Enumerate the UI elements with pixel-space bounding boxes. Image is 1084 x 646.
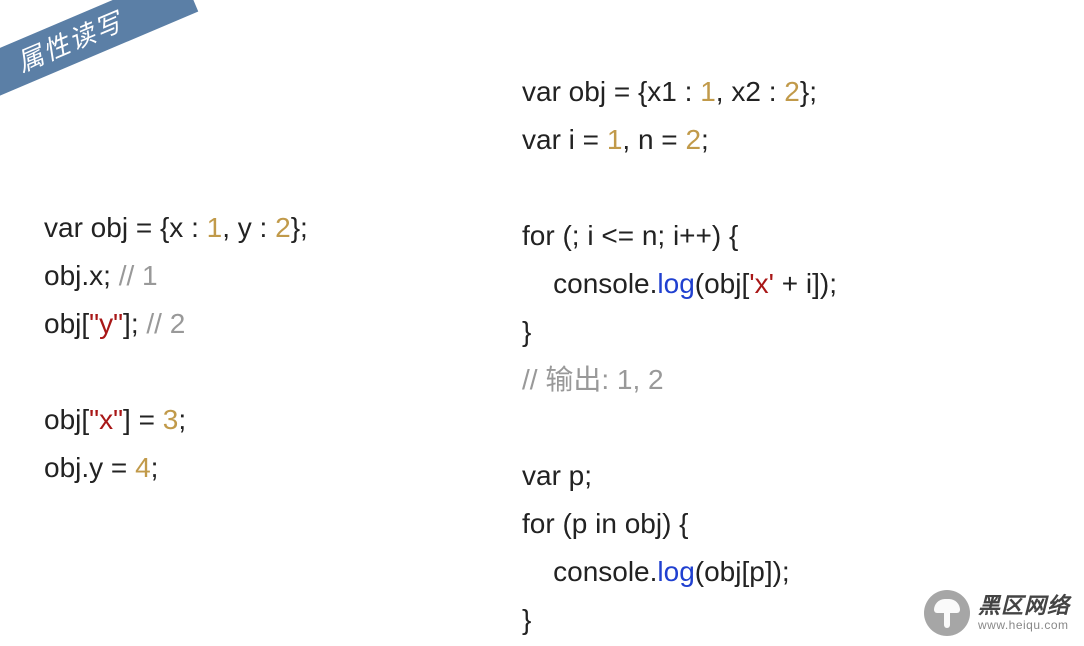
code-text: } [522, 316, 531, 347]
blank-line [522, 404, 837, 452]
code-text: for (p in obj) { [522, 508, 689, 539]
code-text: ]; [123, 308, 146, 339]
code-line: var i = 1, n = 2; [522, 116, 837, 164]
code-text: ; [701, 124, 709, 155]
code-number: 2 [685, 124, 701, 155]
code-line: var obj = {x : 1, y : 2}; [44, 204, 308, 252]
code-text: ] = [123, 404, 163, 435]
code-text: (obj[p]); [695, 556, 790, 587]
code-line: obj["x"] = 3; [44, 396, 308, 444]
code-text: obj[ [44, 404, 89, 435]
code-text: console. [522, 556, 657, 587]
code-text: + i]); [774, 268, 837, 299]
code-number: 1 [607, 124, 623, 155]
code-number: 3 [163, 404, 179, 435]
code-string: "x" [89, 404, 123, 435]
watermark-text: 黑区网络 www.heiqu.com [978, 594, 1070, 631]
code-comment: // 1 [119, 260, 158, 291]
code-text: obj.y = [44, 452, 135, 483]
code-line: obj["y"]; // 2 [44, 300, 308, 348]
code-text: ; [178, 404, 186, 435]
code-number: 2 [784, 76, 800, 107]
code-text: , y : [222, 212, 275, 243]
code-text: }; [291, 212, 308, 243]
code-line: for (p in obj) { [522, 500, 837, 548]
code-function: log [657, 556, 694, 587]
code-text: console. [522, 268, 657, 299]
code-text: var i = [522, 124, 607, 155]
code-string: 'x' [749, 268, 774, 299]
code-block-left: var obj = {x : 1, y : 2}; obj.x; // 1 ob… [44, 204, 308, 492]
blank-line [522, 164, 837, 212]
watermark-url: www.heiqu.com [978, 619, 1070, 632]
code-text: var obj = {x1 : [522, 76, 700, 107]
mushroom-icon [924, 590, 970, 636]
code-line: for (; i <= n; i++) { [522, 212, 837, 260]
code-number: 2 [275, 212, 291, 243]
code-block-right: var obj = {x1 : 1, x2 : 2}; var i = 1, n… [522, 68, 837, 644]
code-line: var obj = {x1 : 1, x2 : 2}; [522, 68, 837, 116]
code-number: 4 [135, 452, 151, 483]
code-text: } [522, 604, 531, 635]
code-line: } [522, 596, 837, 644]
code-text: var obj = {x : [44, 212, 207, 243]
code-string: "y" [89, 308, 123, 339]
code-text: , x2 : [716, 76, 784, 107]
code-line: // 输出: 1, 2 [522, 356, 837, 404]
code-number: 1 [207, 212, 223, 243]
code-text: , n = [622, 124, 685, 155]
code-line: obj.y = 4; [44, 444, 308, 492]
watermark: 黑区网络 www.heiqu.com [924, 590, 1070, 636]
watermark-title: 黑区网络 [978, 594, 1070, 618]
code-text: }; [800, 76, 817, 107]
code-line: obj.x; // 1 [44, 252, 308, 300]
code-number: 1 [700, 76, 716, 107]
slide-ribbon: 属性读写 [0, 0, 198, 113]
code-text: for (; i <= n; i++) { [522, 220, 738, 251]
code-line: } [522, 308, 837, 356]
code-line: console.log(obj['x' + i]); [522, 260, 837, 308]
blank-line [44, 348, 308, 396]
code-text: (obj[ [695, 268, 749, 299]
code-text: ; [151, 452, 159, 483]
code-text: var p; [522, 460, 592, 491]
code-comment: // 2 [146, 308, 185, 339]
code-function: log [657, 268, 694, 299]
code-line: console.log(obj[p]); [522, 548, 837, 596]
code-text: obj.x; [44, 260, 119, 291]
code-text: obj[ [44, 308, 89, 339]
code-comment: // 输出: 1, 2 [522, 364, 664, 395]
code-line: var p; [522, 452, 837, 500]
